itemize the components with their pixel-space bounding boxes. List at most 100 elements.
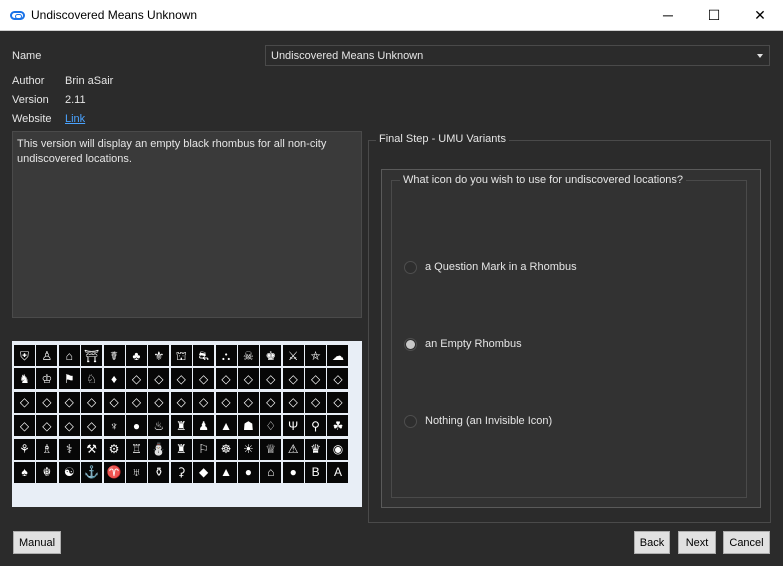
preview-map-icon: ☠ [237,345,259,366]
preview-map-icon: ◇ [36,415,58,437]
preview-map-icon: ⚜ [148,345,170,366]
preview-map-icon: ◇ [215,368,237,390]
minimize-button[interactable]: ─ [645,0,691,30]
preview-map-icon: ◇ [282,368,304,390]
preview-map-icon: ⚐ [193,438,215,460]
preview-map-icon: ♜ [170,415,192,437]
radio-empty-rhombus[interactable] [404,337,417,351]
preview-map-icon: ◇ [170,368,192,390]
preview-map-icon: A [327,461,349,483]
preview-map-icon: ⛐ [193,345,215,366]
preview-map-icon: ⛤ [305,345,327,366]
preview-map-icon: ♠ [14,461,35,483]
preview-map-icon: ◇ [14,391,35,413]
option-empty-rhombus[interactable]: an Empty Rhombus [404,336,522,352]
back-button[interactable]: Back [634,531,670,554]
preview-map-icon: ♚ [260,345,282,366]
preview-map-icon: ⚒ [81,438,103,460]
option-question-mark-rhombus[interactable]: a Question Mark in a Rhombus [404,259,577,275]
preview-map-icon: ☸ [215,438,237,460]
preview-map-icon: ⛄ [148,438,170,460]
preview-map-icon: ⌂ [58,345,80,366]
preview-map-icon: ♛ [305,438,327,460]
preview-map-icon: ◇ [327,391,349,413]
preview-map-icon: Ψ [282,415,304,437]
app-logo-icon [10,11,25,20]
preview-map-icon: ◇ [125,368,147,390]
preview-map-icon: ⛨ [14,345,35,366]
icon-preview-grid: ⛨ ♙ ⌂ ⛩ ☤ ♣ ⚜ ⛫ ⛐ ⛬ ☠ ♚ ⚔ ⛤ ☁ ♞ ♔ ⚑ ♘ ♦ ◇ ◇ ◇ ◇ ◇ ◇ ◇ ◇ ◇ ◇ ◇ ◇ ◇ ◇ ◇ ◇ ◇ ◇ ◇ ◇… [14,345,349,484]
preview-map-icon: ♜ [170,438,192,460]
preview-map-icon: ⚔ [282,345,304,366]
preview-map-icon: ⚙ [103,438,125,460]
preview-map-icon: ⚑ [58,368,80,390]
cancel-button[interactable]: Cancel [723,531,770,554]
preview-map-icon: ☬ [36,461,58,483]
option-label-empty-rhombus: an Empty Rhombus [425,338,522,350]
preview-map-icon: ◇ [193,368,215,390]
preview-map-icon: ☀ [237,438,259,460]
name-dropdown-value: Undiscovered Means Unknown [271,50,424,62]
preview-map-icon: ☁ [327,345,349,366]
radio-invisible-icon[interactable] [404,414,417,428]
chevron-down-icon [757,54,763,58]
name-label: Name [12,50,42,62]
preview-map-icon: ◇ [103,391,125,413]
preview-map-icon: ♔ [36,368,58,390]
preview-map-icon: ◇ [170,391,192,413]
preview-map-icon: ◇ [193,391,215,413]
preview-map-icon: ♦ [103,368,125,390]
option-invisible-icon[interactable]: Nothing (an Invisible Icon) [404,413,552,429]
preview-map-icon: ◇ [327,368,349,390]
title-bar: Undiscovered Means Unknown ─ ☐ ✕ [0,0,783,31]
preview-map-icon: ⚱ [148,461,170,483]
preview-map-icon: ● [282,461,304,483]
next-button[interactable]: Next [678,531,716,554]
preview-map-icon: ♙ [36,345,58,366]
preview-map-icon: ◇ [237,391,259,413]
website-label: Website [12,113,52,125]
author-value: Brin aSair [65,75,114,87]
question-title: What icon do you wish to use for undisco… [400,174,687,186]
preview-map-icon: ♕ [260,438,282,460]
preview-map-icon: ◆ [193,461,215,483]
option-label-question-mark-rhombus: a Question Mark in a Rhombus [425,261,577,273]
name-dropdown[interactable]: Undiscovered Means Unknown [265,45,770,66]
preview-map-icon: ♢ [260,415,282,437]
preview-map-icon: B [305,461,327,483]
preview-map-icon: ⛩ [81,345,103,366]
close-button[interactable]: ✕ [737,0,783,30]
preview-map-icon: ☯ [58,461,80,483]
version-label: Version [12,94,49,106]
preview-map-icon: ⚲ [305,415,327,437]
preview-map-icon: ◇ [58,415,80,437]
preview-map-icon: ♖ [125,438,147,460]
preview-map-icon: ♆ [103,415,125,437]
preview-map-icon: ⛫ [170,345,192,366]
radio-question-mark-rhombus[interactable] [404,260,417,274]
manual-button[interactable]: Manual [13,531,61,554]
preview-map-icon: ◇ [14,415,35,437]
preview-map-icon: ◇ [260,368,282,390]
preview-map-icon: ▲ [215,461,237,483]
maximize-button[interactable]: ☐ [691,0,737,30]
preview-map-icon: ⚘ [14,438,35,460]
preview-map-icon: ♟ [193,415,215,437]
window-title: Undiscovered Means Unknown [31,8,198,22]
version-value: 2.11 [65,94,86,106]
preview-map-icon: ◇ [260,391,282,413]
description-box: This version will display an empty black… [12,131,362,318]
preview-map-icon: ◇ [81,415,103,437]
preview-map-icon: ♞ [14,368,35,390]
preview-map-icon: ◉ [327,438,349,460]
preview-map-icon: ◇ [148,391,170,413]
preview-map-icon: ◇ [305,391,327,413]
preview-map-icon: ♨ [148,415,170,437]
icon-preview-image: ⛨ ♙ ⌂ ⛩ ☤ ♣ ⚜ ⛫ ⛐ ⛬ ☠ ♚ ⚔ ⛤ ☁ ♞ ♔ ⚑ ♘ ♦ ◇ ◇ ◇ ◇ ◇ ◇ ◇ ◇ ◇ ◇ ◇ ◇ ◇ ◇ ◇ ◇ ◇ ◇ ◇ ◇… [12,341,362,507]
preview-map-icon: ⛬ [215,345,237,366]
preview-map-icon: ⌂ [260,461,282,483]
preview-map-icon: ♈ [103,461,125,483]
preview-map-icon: ⚕ [58,438,80,460]
preview-map-icon: ☤ [103,345,125,366]
website-link[interactable]: Link [65,113,85,125]
